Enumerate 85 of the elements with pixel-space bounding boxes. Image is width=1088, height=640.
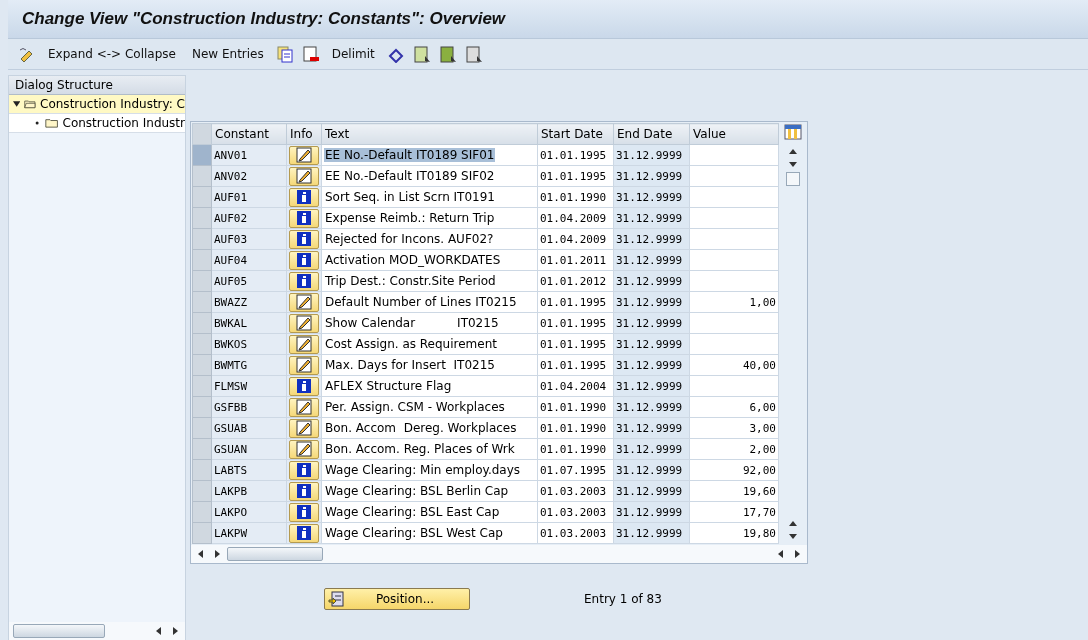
info-icon — [294, 210, 314, 226]
table-cell: Show Calendar IT0215 — [324, 316, 500, 330]
table-cell: Wage Clearing: BSL East Cap — [324, 505, 501, 519]
table-cell: Wage Clearing: BSL West Cap — [324, 526, 504, 540]
table-cell: EE No.-Default IT0189 SIF01 — [324, 148, 496, 162]
position-icon — [328, 591, 344, 607]
edit-icon — [294, 294, 314, 310]
edit-icon — [294, 441, 314, 457]
info-button[interactable] — [289, 355, 319, 375]
info-icon — [294, 483, 314, 499]
column-header[interactable]: End Date — [613, 123, 690, 145]
table-cell: Cost Assign. as Requirement — [324, 337, 498, 351]
info-icon — [294, 273, 314, 289]
info-icon — [294, 231, 314, 247]
table-cell: Wage Clearing: BSL Berlin Cap — [324, 484, 510, 498]
info-button[interactable] — [289, 292, 319, 312]
table-cell: AFLEX Structure Flag — [324, 379, 453, 393]
copy-icon[interactable] — [275, 45, 294, 63]
info-button[interactable] — [289, 145, 319, 165]
toolbar-button[interactable]: Delimit — [327, 45, 379, 63]
window-title: Change View "Construction Industry: Constants": Overview — [22, 9, 506, 29]
tree-item[interactable]: Construction Industr — [9, 114, 185, 133]
entry-count: Entry 1 of 83 — [584, 592, 662, 606]
info-button[interactable] — [289, 481, 319, 501]
info-button[interactable] — [289, 250, 319, 270]
delete-icon[interactable] — [301, 45, 320, 63]
page-icon[interactable] — [438, 45, 457, 63]
table-cell: Bon. Accom Dereg. Workplaces — [324, 421, 518, 435]
page-icon[interactable] — [412, 45, 431, 63]
scroll-thumb[interactable] — [227, 547, 323, 561]
table-cell: Sort Seq. in List Scrn IT0191 — [324, 190, 496, 204]
table-cell: Rejected for Incons. AUF02? — [324, 232, 495, 246]
toolbar-button[interactable]: New Entries — [187, 45, 268, 63]
info-button[interactable] — [289, 460, 319, 480]
column-header[interactable]: Value — [689, 123, 779, 145]
info-icon — [294, 378, 314, 394]
tree-item[interactable]: Construction Industry: C — [9, 95, 185, 114]
table-cell: Default Number of Lines IT0215 — [324, 295, 518, 309]
scroll-thumb[interactable] — [13, 624, 105, 638]
edit-icon — [294, 147, 314, 163]
table-cell: Max. Days for Insert IT0215 — [324, 358, 496, 372]
column-header[interactable]: Start Date — [537, 123, 614, 145]
edit-icon — [294, 315, 314, 331]
info-button[interactable] — [289, 376, 319, 396]
info-icon — [294, 189, 314, 205]
info-icon — [294, 504, 314, 520]
column-header[interactable]: Text — [321, 123, 538, 145]
edit-icon — [294, 168, 314, 184]
info-button[interactable] — [289, 271, 319, 291]
scroll-thumb[interactable] — [786, 172, 800, 186]
info-button[interactable] — [289, 187, 319, 207]
info-button[interactable] — [289, 397, 319, 417]
table-cell: Bon. Accom. Reg. Places of Wrk — [324, 442, 516, 456]
edit-icon — [294, 420, 314, 436]
folder-icon — [45, 117, 59, 129]
edit-icon — [294, 357, 314, 373]
info-button[interactable] — [289, 334, 319, 354]
page-icon[interactable] — [464, 45, 483, 63]
expand-arrow-icon[interactable] — [13, 100, 21, 108]
info-icon — [294, 525, 314, 541]
table-cell: Per. Assign. CSM - Workplaces — [324, 400, 506, 414]
info-icon — [294, 462, 314, 478]
info-button[interactable] — [289, 418, 319, 438]
table-settings-icon[interactable] — [784, 124, 802, 140]
column-header[interactable]: Constant — [211, 123, 287, 145]
edit-icon — [294, 399, 314, 415]
info-button[interactable] — [289, 229, 319, 249]
table-cell: Expense Reimb.: Return Trip — [324, 211, 496, 225]
table-cell: Trip Dest.: Constr.Site Period — [324, 274, 497, 288]
info-button[interactable] — [289, 166, 319, 186]
column-header[interactable]: Info — [286, 123, 322, 145]
folder-icon — [24, 98, 37, 110]
info-button[interactable] — [289, 208, 319, 228]
info-button[interactable] — [289, 502, 319, 522]
position-button[interactable]: Position... — [324, 588, 470, 610]
panel-header: Dialog Structure — [9, 76, 185, 95]
info-icon — [294, 252, 314, 268]
info-button[interactable] — [289, 439, 319, 459]
table-cell: Activation MOD_WORKDATES — [324, 253, 502, 267]
table-cell: EE No.-Default IT0189 SIF02 — [324, 169, 496, 183]
info-button[interactable] — [289, 523, 319, 543]
edit-icon — [294, 336, 314, 352]
table-cell: Wage Clearing: Min employ.days — [324, 463, 522, 477]
info-button[interactable] — [289, 313, 319, 333]
toolbar-button[interactable]: Expand <-> Collapse — [44, 45, 180, 63]
